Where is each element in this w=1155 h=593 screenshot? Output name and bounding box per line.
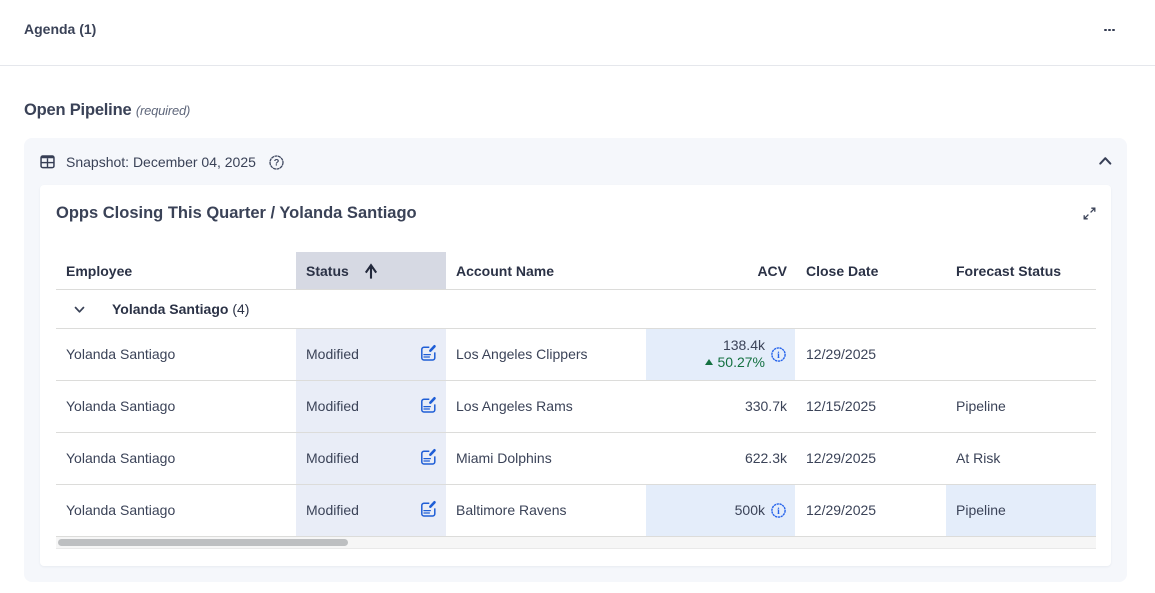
svg-text:i: i: [777, 351, 780, 361]
svg-text:i: i: [777, 507, 780, 517]
svg-text:?: ?: [274, 157, 280, 167]
